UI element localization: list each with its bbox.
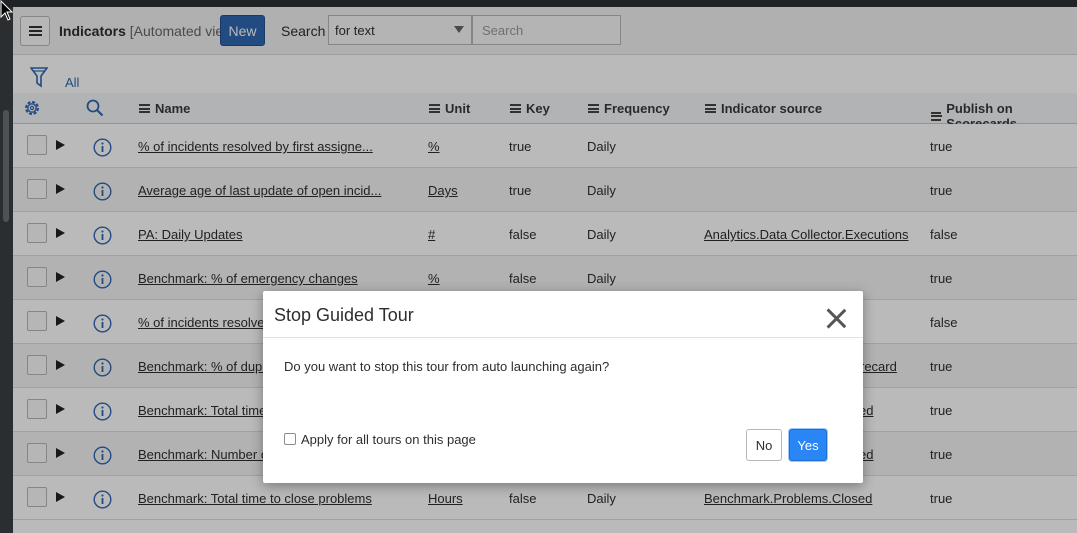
apply-all-tours-checkbox[interactable] xyxy=(284,433,296,445)
no-button[interactable]: No xyxy=(746,429,782,461)
dialog-title: Stop Guided Tour xyxy=(274,305,414,325)
close-icon[interactable] xyxy=(825,307,847,329)
dialog-message: Do you want to stop this tour from auto … xyxy=(284,359,610,374)
apply-all-tours-label[interactable]: Apply for all tours on this page xyxy=(301,432,476,447)
yes-button[interactable]: Yes xyxy=(789,429,827,461)
dialog-header: Stop Guided Tour xyxy=(263,291,863,338)
stop-tour-dialog: Stop Guided Tour Do you want to stop thi… xyxy=(263,291,863,483)
mouse-cursor-icon xyxy=(0,0,14,21)
